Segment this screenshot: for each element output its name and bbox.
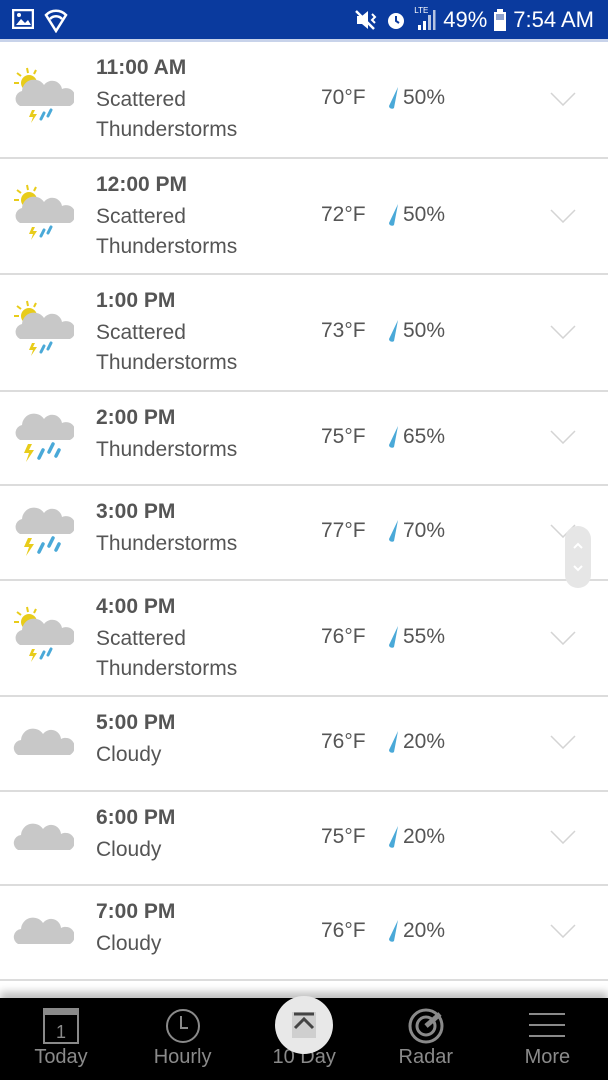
hour-row[interactable]: 2:00 PM Thunderstorms 75°F 65% [0,392,608,486]
raindrop-icon [389,731,398,753]
chevron-down-icon[interactable] [550,829,576,844]
raindrop-icon [389,625,398,648]
hour-temp: 75°F [321,424,366,448]
raindrop-icon [389,425,398,448]
hour-row[interactable]: 11:00 AM Scattered Thunderstorms 70°F 50… [0,42,608,159]
raindrop-icon [389,825,398,848]
hour-time: 2:00 PM [96,405,176,429]
hour-temp: 76°F [321,624,366,648]
cloudy-icon [12,806,75,868]
status-bar: LTE 49% 7:54 AM [0,0,608,42]
scattered-thunderstorms-icon [12,603,76,665]
hour-time: 4:00 PM [96,594,176,618]
shield-wifi-icon [44,9,68,33]
hour-condition: Cloudy [96,743,162,766]
hour-precip: 70% [403,519,446,542]
hour-row[interactable]: 1:00 PM Scattered Thunderstorms 73°F 50% [0,275,608,392]
hourly-forecast-list[interactable]: 11:00 AM Scattered Thunderstorms 70°F 50… [0,42,608,998]
battery-icon [494,9,507,31]
nav-tab-more[interactable]: More [486,998,608,1080]
scroll-handle[interactable] [565,526,591,588]
hour-condition: Cloudy [96,837,162,861]
hour-temp: 77°F [321,519,366,542]
scattered-thunderstorms-icon [12,297,76,359]
hour-precip: 20% [403,919,446,942]
hour-condition: Thunderstorms [96,437,238,461]
raindrop-icon [389,320,398,342]
hour-precip: 20% [403,824,446,848]
scattered-thunderstorms-icon [12,181,76,243]
hour-condition: Scattered Thunderstorms [96,626,238,680]
hour-temp: 70°F [321,86,366,109]
raindrop-icon [389,520,398,542]
nav-label: Hourly [153,1046,212,1068]
hour-temp: 76°F [321,730,366,753]
hour-condition: Cloudy [96,932,162,955]
hour-row[interactable]: 4:00 PM Scattered Thunderstorms 76°F 55% [0,581,608,697]
alarm-icon [388,13,405,29]
raindrop-icon [389,920,398,942]
cloudy-icon [12,900,75,962]
thunderstorms-icon [12,500,76,562]
hour-row[interactable]: 5:00 PM Cloudy 76°F 20% [0,697,608,792]
hour-temp: 76°F [321,919,366,942]
nav-label: Radar [398,1046,454,1068]
hour-temp: 75°F [321,824,366,848]
cloudy-icon [12,711,75,773]
nav-label: More [524,1046,571,1068]
hour-time: 7:00 PM [96,900,176,923]
scroll-to-top-button[interactable] [275,996,333,1054]
gallery-icon [12,9,34,29]
hour-precip: 65% [403,424,446,448]
chevron-down-icon[interactable] [550,208,576,223]
hour-precip: 50% [403,86,446,109]
chevron-down-icon[interactable] [550,92,576,106]
hour-condition: Scattered Thunderstorms [96,321,238,374]
nav-tab-radar[interactable]: Radar [365,998,487,1080]
hour-time: 5:00 PM [96,711,176,734]
nav-label: Today [34,1046,88,1068]
chevron-down-icon[interactable] [550,630,576,645]
hour-time: 3:00 PM [96,500,176,523]
scroll-top-icon [292,1012,316,1038]
hour-time: 12:00 PM [96,172,188,196]
hour-row[interactable]: 3:00 PM Thunderstorms 77°F 70% [0,486,608,581]
chevron-down-icon[interactable] [550,325,576,339]
hour-condition: Scattered Thunderstorms [96,204,238,258]
chevron-down-icon[interactable] [550,429,576,444]
hour-temp: 72°F [321,202,366,226]
hour-row[interactable]: 7:00 PM Cloudy 76°F 20% [0,886,608,981]
hour-time: 11:00 AM [96,56,187,79]
chevron-down-icon[interactable] [550,924,576,938]
vibrate-mute-icon [355,10,377,30]
hour-precip: 55% [403,624,446,648]
clock-time: 7:54 AM [513,7,594,32]
hour-temp: 73°F [321,319,366,342]
hour-precip: 50% [403,319,446,342]
chevron-down-icon[interactable] [550,735,576,749]
scattered-thunderstorms-icon [12,64,76,126]
lte-signal-icon: LTE [414,6,436,32]
hour-precip: 20% [403,730,446,753]
hour-precip: 50% [403,202,446,226]
hour-time: 1:00 PM [96,289,176,312]
calendar-day: 1 [56,1022,66,1042]
hour-row[interactable]: 6:00 PM Cloudy 75°F 20% [0,792,608,886]
battery-percent: 49% [443,7,488,32]
raindrop-icon [389,203,398,226]
hour-condition: Scattered Thunderstorms [96,88,238,141]
nav-tab-hourly[interactable]: Hourly [122,998,244,1080]
raindrop-icon [389,87,398,109]
nav-tab-today[interactable]: 1 Today [0,998,122,1080]
hour-row[interactable]: 12:00 PM Scattered Thunderstorms 72°F 50… [0,159,608,275]
hour-time: 6:00 PM [96,805,176,829]
hour-condition: Thunderstorms [96,532,238,555]
thunderstorms-icon [12,406,76,468]
